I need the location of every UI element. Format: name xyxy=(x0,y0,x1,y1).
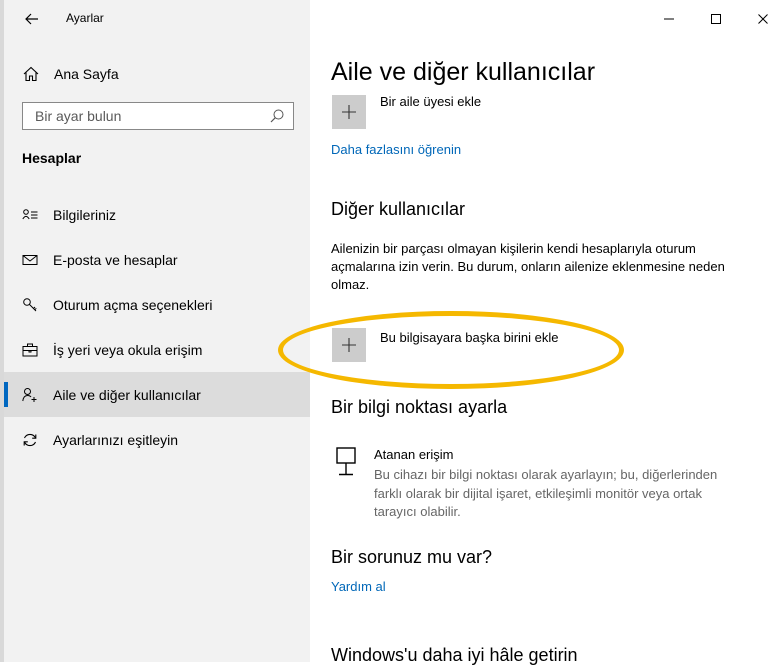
feedback-heading: Windows'u daha iyi hâle getirin xyxy=(331,645,578,665)
home-label: Ana Sayfa xyxy=(54,66,119,82)
minimize-icon xyxy=(664,18,674,20)
sidebar: Ayarlar Ana Sayfa Hesaplar Bilgileriniz xyxy=(0,0,310,662)
close-button[interactable] xyxy=(750,6,768,32)
highlight-ellipse xyxy=(278,311,624,389)
key-icon xyxy=(23,297,37,311)
sidebar-item-label: Oturum açma seçenekleri xyxy=(53,296,213,313)
other-users-heading: Diğer kullanıcılar xyxy=(331,199,466,219)
minimize-button[interactable] xyxy=(656,6,682,32)
search-box[interactable] xyxy=(22,102,294,130)
sidebar-item-sync-settings[interactable]: Ayarlarınızı eşitleyin xyxy=(4,417,310,462)
sidebar-item-label: E-posta ve hesaplar xyxy=(53,251,178,268)
home-nav-item[interactable]: Ana Sayfa xyxy=(14,60,304,88)
assigned-access-title[interactable]: Atanan erişim xyxy=(374,447,453,462)
section-title: Hesaplar xyxy=(22,150,82,166)
app-title: Ayarlar xyxy=(66,11,104,25)
briefcase-icon xyxy=(22,343,38,356)
home-icon xyxy=(23,66,39,82)
mail-icon xyxy=(22,254,38,265)
kiosk-heading: Bir bilgi noktası ayarla xyxy=(331,397,508,417)
sidebar-item-label: Bilgileriniz xyxy=(53,206,117,223)
title-bar xyxy=(310,0,768,38)
sidebar-item-label: Aile ve diğer kullanıcılar xyxy=(53,386,201,403)
search-icon[interactable] xyxy=(269,108,285,124)
add-family-member-label[interactable]: Bir aile üyesi ekle xyxy=(380,94,481,109)
help-heading: Bir sorunuz mu var? xyxy=(331,547,493,567)
sidebar-item-label: İş yeri veya okula erişim xyxy=(53,341,203,358)
add-person-icon xyxy=(22,387,37,402)
back-button[interactable] xyxy=(22,9,42,29)
other-users-description: Ailenizin bir parçası olmayan kişilerin … xyxy=(331,241,725,292)
maximize-button[interactable] xyxy=(703,6,729,32)
sidebar-item-label: Ayarlarınızı eşitleyin xyxy=(53,431,179,448)
add-family-member-button[interactable] xyxy=(332,95,366,129)
sidebar-item-work-school[interactable]: İş yeri veya okula erişim xyxy=(4,327,310,372)
kiosk-monitor-icon[interactable] xyxy=(334,446,360,478)
sidebar-item-sign-in-options[interactable]: Oturum açma seçenekleri xyxy=(4,282,310,327)
close-icon xyxy=(758,14,768,24)
maximize-icon xyxy=(711,14,721,24)
sidebar-item-family-other-users[interactable]: Aile ve diğer kullanıcılar xyxy=(4,372,310,417)
get-help-link[interactable]: Yardım al xyxy=(331,579,386,594)
page-title: Aile ve diğer kullanıcılar xyxy=(331,58,596,86)
plus-icon xyxy=(342,105,356,119)
sidebar-item-email-accounts[interactable]: E-posta ve hesaplar xyxy=(4,237,310,282)
sidebar-item-your-info[interactable]: Bilgileriniz xyxy=(4,192,310,237)
search-input[interactable] xyxy=(33,107,269,125)
sync-icon xyxy=(23,433,37,446)
person-card-icon xyxy=(22,208,38,219)
learn-more-link[interactable]: Daha fazlasını öğrenin xyxy=(331,142,461,157)
assigned-access-description: Bu cihazı bir bilgi noktası olarak ayarl… xyxy=(374,467,718,519)
back-arrow-icon xyxy=(25,13,38,25)
sidebar-nav: Bilgileriniz E-posta ve hesaplar Oturum … xyxy=(4,192,310,462)
